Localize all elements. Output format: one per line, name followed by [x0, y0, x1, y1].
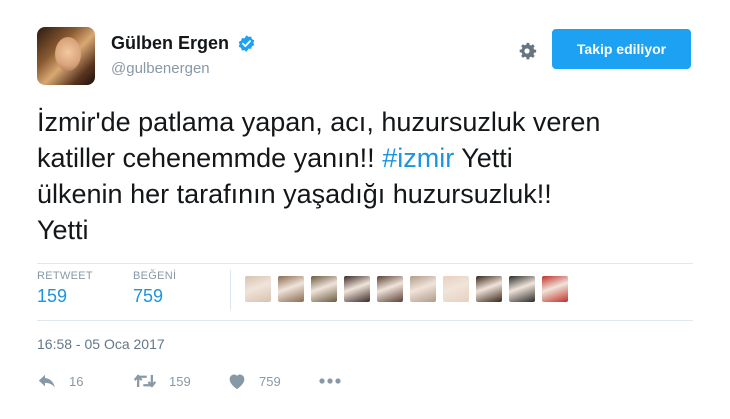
retweet-button[interactable]: 159	[133, 372, 191, 390]
like-count: 759	[259, 373, 281, 389]
liker-avatar[interactable]	[344, 276, 370, 302]
stats-separator	[230, 270, 231, 310]
retweet-stat[interactable]: RETWEET 159	[37, 270, 93, 307]
reply-button[interactable]: 16	[37, 372, 83, 390]
verified-badge-icon	[239, 35, 255, 52]
hashtag-link[interactable]: #izmir	[382, 143, 454, 173]
tweet-line: İzmir'de patlama yapan, acı, huzursuzluk…	[37, 107, 601, 137]
retweet-count: 159	[169, 373, 191, 389]
like-button[interactable]: 759	[227, 372, 281, 390]
like-stat[interactable]: BEĞENİ 759	[133, 270, 176, 307]
liker-avatar[interactable]	[509, 276, 535, 302]
more-button[interactable]	[318, 372, 354, 390]
tweet-text-segment: katiller cehenemmde yanın!!	[37, 143, 383, 173]
like-stat-label: BEĞENİ	[133, 270, 177, 282]
like-stat-value[interactable]: 759	[133, 286, 176, 307]
liker-avatar[interactable]	[245, 276, 271, 302]
liker-avatar[interactable]	[476, 276, 502, 302]
tweet-text: İzmir'de patlama yapan, acı, huzursuzluk…	[37, 104, 697, 248]
tweet-line: katiller cehenemmde yanın!! #izmir Yetti	[37, 140, 697, 176]
liker-avatar[interactable]	[443, 276, 469, 302]
liker-avatar[interactable]	[410, 276, 436, 302]
retweet-icon	[133, 374, 157, 388]
reply-count: 16	[69, 373, 84, 389]
divider	[37, 320, 693, 321]
liker-avatar[interactable]	[377, 276, 403, 302]
retweet-stat-label: RETWEET	[37, 270, 93, 282]
avatar[interactable]	[37, 27, 95, 85]
tweet-header: Gülben Ergen @gulbenergen Takip ediliyor	[37, 27, 697, 87]
display-name[interactable]: Gülben Ergen	[111, 33, 229, 54]
tweet-line: ülkenin her tarafının yaşadığı huzursuzl…	[37, 179, 552, 209]
liker-avatar[interactable]	[542, 276, 568, 302]
liker-avatars	[245, 276, 568, 302]
liker-avatar[interactable]	[311, 276, 337, 302]
user-name-block: Gülben Ergen @gulbenergen	[111, 33, 256, 77]
user-handle[interactable]: @gulbenergen	[111, 60, 256, 77]
tweet-line: Yetti	[37, 215, 89, 245]
timestamp[interactable]: 16:58 - 05 Oca 2017	[37, 336, 165, 352]
reply-icon	[38, 374, 55, 388]
retweet-stat-value[interactable]: 159	[37, 286, 93, 307]
heart-icon	[229, 374, 245, 390]
gear-icon[interactable]	[515, 39, 539, 63]
following-button[interactable]: Takip ediliyor	[552, 29, 691, 69]
liker-avatar[interactable]	[278, 276, 304, 302]
more-icon	[319, 378, 341, 384]
divider	[37, 263, 693, 264]
tweet-text-segment: Yetti	[454, 143, 513, 173]
